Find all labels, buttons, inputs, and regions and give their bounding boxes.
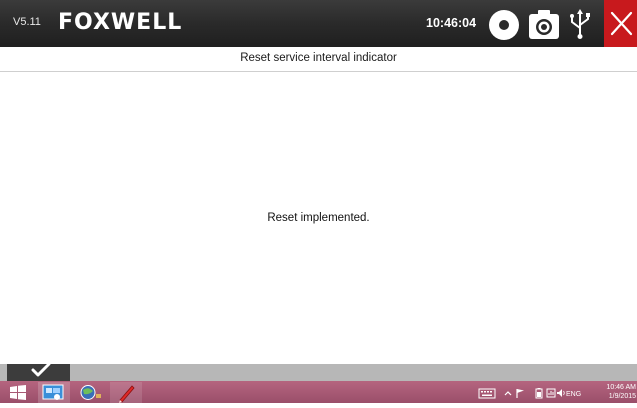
- volume-icon[interactable]: [556, 386, 566, 400]
- usb-icon[interactable]: [568, 8, 592, 40]
- record-icon[interactable]: [488, 9, 520, 41]
- subtitle-bar: Reset service interval indicator: [0, 47, 637, 72]
- app-header: V5.11 FOXWELL 10:46:04: [0, 0, 637, 47]
- taskbar-date: 1/9/2015: [608, 393, 636, 400]
- version-label: V5.11: [13, 16, 41, 28]
- taskbar-time: 10:46 AM: [606, 384, 636, 391]
- close-button[interactable]: [604, 0, 637, 47]
- ok-button[interactable]: [7, 362, 70, 381]
- windows-start-icon[interactable]: [10, 385, 26, 400]
- page-title: Reset service interval indicator: [240, 52, 397, 64]
- taskbar-app-globe[interactable]: [74, 382, 106, 403]
- close-icon: [610, 11, 633, 36]
- flag-icon[interactable]: [515, 386, 525, 400]
- battery-icon[interactable]: [534, 386, 544, 400]
- brand-logo: FOXWELL: [58, 10, 183, 35]
- pen-app-icon: [119, 385, 135, 403]
- taskbar-app-pen[interactable]: [110, 382, 142, 403]
- desktop-app-icon: [42, 384, 64, 400]
- check-icon: [31, 362, 51, 377]
- chevron-up-icon[interactable]: [504, 386, 512, 400]
- language-indicator[interactable]: ENG: [566, 391, 581, 398]
- status-message: Reset implemented.: [267, 212, 370, 224]
- bottom-action-bar: [0, 364, 637, 381]
- globe-app-icon: [80, 385, 101, 400]
- camera-icon[interactable]: [528, 9, 560, 41]
- clock-display: 10:46:04: [426, 16, 477, 30]
- keyboard-icon[interactable]: [478, 386, 496, 400]
- taskbar-app-desktop[interactable]: [38, 382, 70, 403]
- taskbar-clock[interactable]: 10:46 AM 1/9/2015: [606, 383, 636, 401]
- network-icon[interactable]: [546, 386, 556, 400]
